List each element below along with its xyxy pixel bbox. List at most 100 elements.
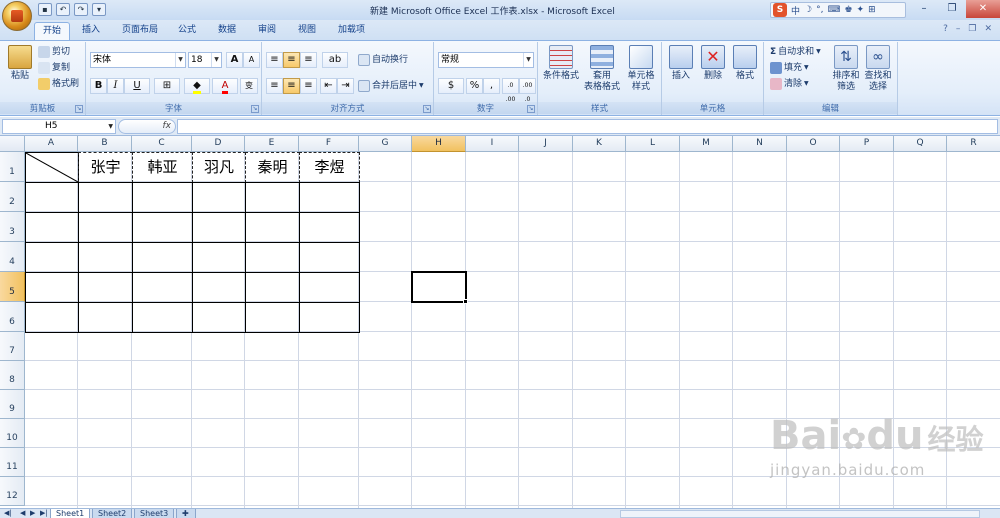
column-header-d[interactable]: D xyxy=(192,136,245,152)
table-cell[interactable] xyxy=(132,302,193,333)
sheet-tab-3[interactable]: Sheet3 xyxy=(134,509,175,518)
align-bottom-button[interactable]: ≡ xyxy=(300,52,317,68)
close-icon[interactable]: ✕ xyxy=(966,0,1000,18)
clipboard-launcher-icon[interactable]: ↘ xyxy=(75,105,83,113)
help-icon[interactable]: ? xyxy=(943,24,948,34)
ribbon-minimize-icon[interactable]: – xyxy=(956,24,961,34)
column-header-c[interactable]: C xyxy=(132,136,192,152)
table-cell[interactable] xyxy=(78,302,133,333)
first-sheet-icon[interactable]: ◀| xyxy=(4,509,12,518)
sort-filter-button[interactable]: ⇅ 排序和 筛选 xyxy=(830,45,862,93)
orientation-button[interactable]: ab xyxy=(322,52,348,68)
column-header-o[interactable]: O xyxy=(787,136,840,152)
sogou-ime-icon[interactable]: S xyxy=(773,3,787,17)
copy-button[interactable]: 复制 xyxy=(38,61,70,75)
table-cell[interactable] xyxy=(25,272,79,303)
column-header-p[interactable]: P xyxy=(840,136,894,152)
table-cell[interactable] xyxy=(192,182,246,213)
comma-button[interactable]: , xyxy=(483,78,500,94)
redo-icon[interactable]: ↷ xyxy=(74,3,88,16)
table-header-cell[interactable]: 韩亚 xyxy=(132,152,193,183)
table-cell[interactable] xyxy=(192,212,246,243)
minimize-icon[interactable]: – xyxy=(910,0,938,18)
tab-view[interactable]: 视图 xyxy=(290,22,324,40)
column-header-n[interactable]: N xyxy=(733,136,787,152)
select-all-corner[interactable] xyxy=(0,136,25,152)
skin-icon[interactable]: ♚ xyxy=(844,5,852,15)
column-header-r[interactable]: R xyxy=(947,136,1000,152)
autosum-button[interactable]: Σ 自动求和 ▼ xyxy=(770,45,821,59)
font-color-button[interactable]: A xyxy=(212,78,238,94)
format-as-table-button[interactable]: 套用 表格格式 xyxy=(582,45,622,93)
tab-formulas[interactable]: 公式 xyxy=(170,22,204,40)
table-cell[interactable] xyxy=(25,212,79,243)
column-header-i[interactable]: I xyxy=(466,136,519,152)
row-header-8[interactable]: 8 xyxy=(0,361,25,390)
table-cell[interactable] xyxy=(132,242,193,273)
table-cell[interactable] xyxy=(192,302,246,333)
bold-button[interactable]: B xyxy=(90,78,107,94)
format-cells-button[interactable]: 格式 xyxy=(730,45,760,82)
phonetic-button[interactable]: 变 xyxy=(240,78,258,94)
align-right-button[interactable]: ≡ xyxy=(300,78,317,94)
row-header-7[interactable]: 7 xyxy=(0,332,25,361)
align-middle-button[interactable]: ≡ xyxy=(283,52,300,68)
active-cell-outline[interactable] xyxy=(411,271,467,303)
alignment-launcher-icon[interactable]: ↘ xyxy=(423,105,431,113)
table-cell[interactable] xyxy=(299,242,360,273)
fill-color-button[interactable]: ◆ xyxy=(184,78,210,94)
font-launcher-icon[interactable]: ↘ xyxy=(251,105,259,113)
row-header-10[interactable]: 10 xyxy=(0,419,25,448)
find-select-button[interactable]: ∞ 查找和 选择 xyxy=(862,45,894,93)
sheet-tab-1[interactable]: Sheet1 xyxy=(50,509,91,518)
sheet-tab-2[interactable]: Sheet2 xyxy=(92,509,133,518)
tools-icon[interactable]: ✦ xyxy=(857,5,865,15)
insert-cells-button[interactable]: 插入 xyxy=(666,45,696,82)
table-cell[interactable] xyxy=(299,182,360,213)
table-cell[interactable] xyxy=(132,182,193,213)
table-cell[interactable] xyxy=(192,242,246,273)
row-header-5[interactable]: 5 xyxy=(0,272,25,302)
column-header-f[interactable]: F xyxy=(299,136,359,152)
delete-cells-button[interactable]: ✕ 删除 xyxy=(698,45,728,82)
decrease-decimal-button[interactable]: .00 .0 xyxy=(519,78,536,103)
percent-button[interactable]: % xyxy=(466,78,483,94)
horizontal-scrollbar[interactable] xyxy=(620,510,980,518)
table-cell[interactable] xyxy=(78,212,133,243)
align-center-button[interactable]: ≡ xyxy=(283,78,300,94)
format-painter-button[interactable]: 格式刷 xyxy=(38,77,79,91)
column-header-l[interactable]: L xyxy=(626,136,680,152)
customize-qat-icon[interactable]: ▾ xyxy=(92,3,106,16)
insert-sheet-button[interactable]: ✚ xyxy=(176,509,196,518)
row-header-11[interactable]: 11 xyxy=(0,448,25,477)
fill-button[interactable]: 填充 ▼ xyxy=(770,61,809,75)
prev-sheet-icon[interactable]: ◀ xyxy=(20,509,25,518)
column-header-j[interactable]: J xyxy=(519,136,573,152)
save-icon[interactable]: ▪ xyxy=(38,3,52,16)
undo-icon[interactable]: ↶ xyxy=(56,3,70,16)
ribbon-restore-icon[interactable]: ❐ xyxy=(968,24,976,34)
clear-button[interactable]: 清除 ▼ xyxy=(770,77,809,91)
column-header-q[interactable]: Q xyxy=(894,136,947,152)
worksheet-grid[interactable]: A B C D E F G H I J K L M N O P Q R 1 2 3 4 5 6 7 8 9 10 11 12 张宇 韩亚 羽凡秦… xyxy=(0,136,1000,508)
wrap-text-button[interactable]: 自动换行 xyxy=(358,53,408,67)
column-header-k[interactable]: K xyxy=(573,136,626,152)
table-header-cell[interactable]: 张宇 xyxy=(78,152,133,183)
ime-mode-label[interactable]: 中 xyxy=(791,4,800,17)
row-header-2[interactable]: 2 xyxy=(0,182,25,212)
merge-center-button[interactable]: 合并后居中 ▼ xyxy=(358,79,424,93)
table-cell[interactable] xyxy=(25,302,79,333)
grow-font-button[interactable]: A xyxy=(226,52,243,68)
underline-button[interactable]: U xyxy=(124,78,150,94)
column-header-m[interactable]: M xyxy=(680,136,733,152)
cell-styles-button[interactable]: 单元格 样式 xyxy=(622,45,660,93)
table-cell[interactable] xyxy=(245,272,300,303)
increase-decimal-button[interactable]: .0 .00 xyxy=(502,78,519,103)
row-header-12[interactable]: 12 xyxy=(0,477,25,506)
last-sheet-icon[interactable]: ▶| xyxy=(40,509,48,518)
column-header-a[interactable]: A xyxy=(25,136,78,152)
shrink-font-button[interactable]: A xyxy=(243,52,260,68)
tab-data[interactable]: 数据 xyxy=(210,22,244,40)
number-format-select[interactable]: 常规 ▼ xyxy=(438,52,534,68)
table-cell[interactable] xyxy=(78,272,133,303)
